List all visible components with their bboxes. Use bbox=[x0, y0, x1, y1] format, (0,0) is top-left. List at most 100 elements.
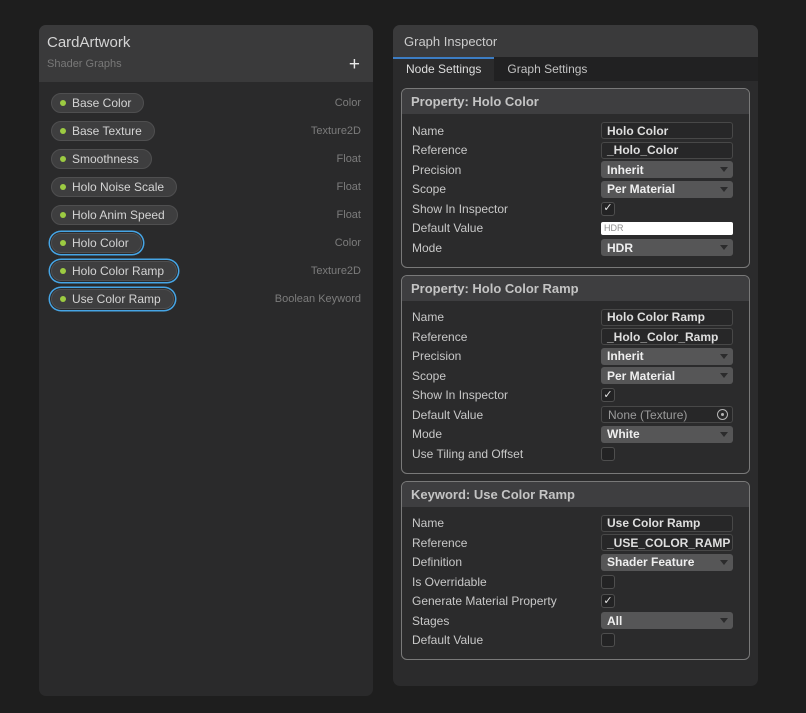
inspector-row: Generate Material Property✓ bbox=[412, 592, 733, 612]
inspector-row: NameHolo Color bbox=[412, 121, 733, 141]
field-label: Default Value bbox=[412, 408, 601, 422]
inspector-row: Reference_USE_COLOR_RAMP bbox=[412, 533, 733, 553]
text-field[interactable]: _Holo_Color bbox=[601, 142, 733, 159]
field-label: Stages bbox=[412, 614, 601, 628]
checkbox[interactable] bbox=[601, 447, 615, 461]
dropdown-field[interactable]: Shader Feature bbox=[601, 554, 733, 571]
object-picker-icon[interactable] bbox=[717, 409, 728, 420]
property-pill[interactable]: Holo Noise Scale bbox=[51, 177, 177, 197]
inspector-row: NameHolo Color Ramp bbox=[412, 308, 733, 328]
field-label: Mode bbox=[412, 241, 601, 255]
add-property-button[interactable]: + bbox=[349, 57, 360, 73]
blackboard-property-row: Holo Color RampTexture2D bbox=[51, 257, 361, 285]
field-label: Use Tiling and Offset bbox=[412, 447, 601, 461]
property-dot-icon bbox=[60, 268, 66, 274]
text-field[interactable]: Holo Color Ramp bbox=[601, 309, 733, 326]
property-dot-icon bbox=[60, 212, 66, 218]
property-pill[interactable]: Smoothness bbox=[51, 149, 152, 169]
checkbox-checked[interactable]: ✓ bbox=[601, 202, 615, 216]
dropdown-field[interactable]: HDR bbox=[601, 239, 733, 256]
text-field[interactable]: Holo Color bbox=[601, 122, 733, 139]
field-control: Inherit bbox=[601, 348, 733, 365]
property-pill-label: Holo Anim Speed bbox=[72, 208, 165, 222]
inspector-row: Is Overridable bbox=[412, 572, 733, 592]
hdr-label: HDR bbox=[604, 224, 624, 233]
dropdown-field[interactable]: Inherit bbox=[601, 348, 733, 365]
dropdown-value: Per Material bbox=[607, 182, 675, 196]
field-label: Name bbox=[412, 516, 601, 530]
field-label: Name bbox=[412, 124, 601, 138]
field-control: All bbox=[601, 612, 733, 629]
field-control: Shader Feature bbox=[601, 554, 733, 571]
property-dot-icon bbox=[60, 128, 66, 134]
property-dot-icon bbox=[60, 296, 66, 302]
field-control: White bbox=[601, 426, 733, 443]
hdr-color-swatch[interactable]: HDR bbox=[601, 222, 733, 235]
checkbox-checked[interactable]: ✓ bbox=[601, 388, 615, 402]
property-pill[interactable]: Holo Anim Speed bbox=[51, 205, 178, 225]
property-pill[interactable]: Use Color Ramp bbox=[51, 289, 174, 309]
field-label: Precision bbox=[412, 163, 601, 177]
property-pill[interactable]: Base Texture bbox=[51, 121, 155, 141]
checkbox[interactable] bbox=[601, 633, 615, 647]
dropdown-field[interactable]: White bbox=[601, 426, 733, 443]
dropdown-field[interactable]: Per Material bbox=[601, 367, 733, 384]
field-control bbox=[601, 633, 733, 647]
field-control: Holo Color bbox=[601, 122, 733, 139]
inspector-row: Stages All bbox=[412, 611, 733, 631]
dropdown-value: White bbox=[607, 427, 640, 441]
chevron-down-icon bbox=[720, 432, 728, 437]
field-control: Per Material bbox=[601, 181, 733, 198]
property-pill[interactable]: Holo Color bbox=[51, 233, 142, 253]
chevron-down-icon bbox=[720, 618, 728, 623]
property-dot-icon bbox=[60, 156, 66, 162]
text-field[interactable]: _Holo_Color_Ramp bbox=[601, 328, 733, 345]
text-field[interactable]: Use Color Ramp bbox=[601, 515, 733, 532]
inspector-row: Definition Shader Feature bbox=[412, 553, 733, 573]
field-control: HDR bbox=[601, 239, 733, 256]
property-pill-label: Use Color Ramp bbox=[72, 292, 161, 306]
inspector-tabbar: Node Settings Graph Settings bbox=[393, 57, 758, 81]
checkbox-checked[interactable]: ✓ bbox=[601, 594, 615, 608]
dropdown-value: Shader Feature bbox=[607, 555, 694, 569]
property-type-label: Float bbox=[337, 153, 361, 165]
field-label: Scope bbox=[412, 182, 601, 196]
field-label: Reference bbox=[412, 143, 601, 157]
field-label: Is Overridable bbox=[412, 575, 601, 589]
property-pill-label: Smoothness bbox=[72, 152, 139, 166]
dropdown-value: Inherit bbox=[607, 163, 644, 177]
property-pill-label: Base Texture bbox=[72, 124, 142, 138]
object-picker-dot bbox=[721, 413, 724, 416]
property-pill[interactable]: Holo Color Ramp bbox=[51, 261, 177, 281]
field-label: Precision bbox=[412, 349, 601, 363]
dropdown-field[interactable]: Per Material bbox=[601, 181, 733, 198]
inspector-row: ModeHDR bbox=[412, 238, 733, 258]
inspector-row: Use Tiling and Offset bbox=[412, 444, 733, 464]
object-field[interactable]: None (Texture) bbox=[601, 406, 733, 423]
field-control: HDR bbox=[601, 222, 733, 235]
tab-graph-settings[interactable]: Graph Settings bbox=[494, 57, 600, 81]
dropdown-field[interactable]: All bbox=[601, 612, 733, 629]
field-control: Holo Color Ramp bbox=[601, 309, 733, 326]
text-field[interactable]: _USE_COLOR_RAMP bbox=[601, 534, 733, 551]
graph-inspector-panel: Graph Inspector Node Settings Graph Sett… bbox=[393, 25, 758, 686]
inspector-row: Default ValueHDR bbox=[412, 219, 733, 239]
field-label: Definition bbox=[412, 555, 601, 569]
checkbox[interactable] bbox=[601, 575, 615, 589]
section-body: NameHolo ColorReference_Holo_ColorPrecis… bbox=[402, 114, 749, 267]
dropdown-value: All bbox=[607, 614, 622, 628]
blackboard-header: CardArtwork Shader Graphs + bbox=[39, 25, 373, 82]
field-control: ✓ bbox=[601, 202, 733, 216]
chevron-down-icon bbox=[720, 560, 728, 565]
property-pill[interactable]: Base Color bbox=[51, 93, 144, 113]
property-type-label: Float bbox=[337, 181, 361, 193]
field-label: Default Value bbox=[412, 633, 601, 647]
inspector-section: Property: Holo Color RampNameHolo Color … bbox=[401, 275, 750, 474]
inspector-row: ScopePer Material bbox=[412, 366, 733, 386]
inspector-section: Keyword: Use Color Ramp NameUse Color Ram… bbox=[401, 481, 750, 661]
dropdown-field[interactable]: Inherit bbox=[601, 161, 733, 178]
chevron-down-icon bbox=[720, 167, 728, 172]
tab-node-settings[interactable]: Node Settings bbox=[393, 57, 494, 81]
object-field-value: None (Texture) bbox=[608, 408, 687, 422]
section-title: Keyword: Use Color Ramp bbox=[402, 482, 749, 507]
